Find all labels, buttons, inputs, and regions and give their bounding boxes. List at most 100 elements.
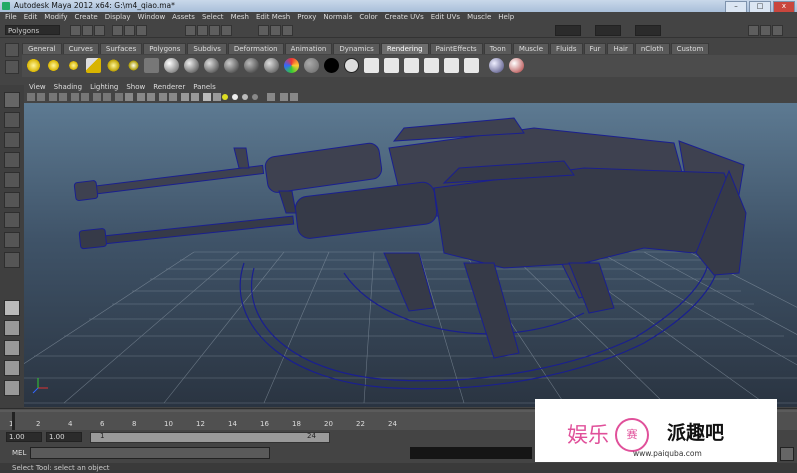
viewport-menu-show[interactable]: Show — [126, 83, 145, 92]
lasso-tool-icon[interactable] — [4, 112, 20, 128]
soft-mod-tool-icon[interactable] — [4, 232, 20, 248]
layered-shader-icon[interactable] — [264, 58, 279, 73]
z-field[interactable] — [635, 25, 661, 36]
menu-mesh[interactable]: Mesh — [231, 12, 249, 23]
viewport-menu-lighting[interactable]: Lighting — [90, 83, 118, 92]
menu-muscle[interactable]: Muscle — [467, 12, 491, 23]
snap-plane-icon[interactable] — [221, 25, 232, 36]
shelf-tab-polygons[interactable]: Polygons — [143, 43, 187, 54]
shelf-tab-subdivs[interactable]: Subdivs — [187, 43, 227, 54]
blinn-material-icon[interactable] — [164, 58, 179, 73]
shelf-tab-rendering[interactable]: Rendering — [380, 43, 429, 54]
scale-tool-icon[interactable] — [4, 192, 20, 208]
menu-edit[interactable]: Edit — [24, 12, 38, 23]
x-field[interactable] — [555, 25, 581, 36]
spot-light-icon[interactable] — [86, 58, 101, 73]
menu-color[interactable]: Color — [359, 12, 377, 23]
menu-select[interactable]: Select — [202, 12, 224, 23]
ramp-shader-icon[interactable] — [284, 58, 299, 73]
last-tool-icon[interactable] — [4, 252, 20, 268]
menu-create[interactable]: Create — [74, 12, 97, 23]
range-slider[interactable] — [90, 432, 330, 443]
start-time-field[interactable]: 1.00 — [6, 432, 42, 442]
move-tool-icon[interactable] — [4, 152, 20, 168]
shelf-tab-fur[interactable]: Fur — [583, 43, 607, 54]
playback-start-field[interactable]: 1.00 — [46, 432, 82, 442]
use-background-icon[interactable] — [324, 58, 339, 73]
menu-proxy[interactable]: Proxy — [297, 12, 316, 23]
persp-outliner-layout-icon[interactable] — [4, 340, 20, 356]
perspective-viewport[interactable] — [24, 103, 797, 407]
shelf-tab-surfaces[interactable]: Surfaces — [99, 43, 143, 54]
point-light-icon[interactable] — [66, 58, 81, 73]
menu-create-uvs[interactable]: Create UVs — [385, 12, 424, 23]
shelf-tab-toon[interactable]: Toon — [483, 43, 512, 54]
menu-modify[interactable]: Modify — [44, 12, 67, 23]
viewport-menu-shading[interactable]: Shading — [54, 83, 82, 92]
ambient-light-icon[interactable] — [26, 58, 41, 73]
viewport-menu-renderer[interactable]: Renderer — [153, 83, 185, 92]
anisotropic-material-icon[interactable] — [244, 58, 259, 73]
paint-select-tool-icon[interactable] — [4, 132, 20, 148]
lambert-material-icon[interactable] — [184, 58, 199, 73]
snap-curve-icon[interactable] — [197, 25, 208, 36]
render-frame-icon[interactable] — [258, 25, 269, 36]
channel-box-toggle-icon[interactable] — [748, 25, 759, 36]
shelf-options-icon[interactable] — [5, 60, 19, 74]
current-time-marker[interactable] — [12, 412, 15, 430]
tool-settings-toggle-icon[interactable] — [772, 25, 783, 36]
select-object-icon[interactable] — [124, 25, 135, 36]
snap-grid-icon[interactable] — [185, 25, 196, 36]
shelf-tab-general[interactable]: General — [22, 43, 62, 54]
save-scene-icon[interactable] — [94, 25, 105, 36]
persp-graph-layout-icon[interactable] — [4, 360, 20, 376]
menu-help[interactable]: Help — [498, 12, 514, 23]
select-hierarchy-icon[interactable] — [112, 25, 123, 36]
open-scene-icon[interactable] — [82, 25, 93, 36]
script-editor-icon[interactable] — [780, 447, 794, 461]
shelf-tab-fluids[interactable]: Fluids — [550, 43, 583, 54]
menu-window[interactable]: Window — [138, 12, 166, 23]
single-perspective-layout-icon[interactable] — [4, 300, 20, 316]
viewport-menu-panels[interactable]: Panels — [193, 83, 216, 92]
render-view-icon[interactable] — [364, 58, 379, 73]
render-settings-shelf-icon[interactable] — [424, 58, 439, 73]
shelf-tab-curves[interactable]: Curves — [62, 43, 99, 54]
ipr-render-icon[interactable] — [270, 25, 281, 36]
shading-map-icon[interactable] — [344, 58, 359, 73]
shelf-tab-painteffects[interactable]: PaintEffects — [429, 43, 483, 54]
camera-icon[interactable] — [144, 58, 159, 73]
viewport-menu-view[interactable]: View — [29, 83, 46, 92]
phong-e-material-icon[interactable] — [224, 58, 239, 73]
menu-file[interactable]: File — [5, 12, 17, 23]
viewport-toolbar-icons[interactable] — [24, 92, 797, 103]
menu-normals[interactable]: Normals — [323, 12, 352, 23]
shelf-tab-deformation[interactable]: Deformation — [227, 43, 284, 54]
shelf-menu-icon[interactable] — [5, 43, 19, 57]
mel-command-input[interactable] — [30, 447, 270, 459]
attribute-editor-toggle-icon[interactable] — [760, 25, 771, 36]
select-tool-icon[interactable] — [4, 92, 20, 108]
new-scene-icon[interactable] — [70, 25, 81, 36]
shelf-tab-animation[interactable]: Animation — [284, 43, 333, 54]
ipr-render-shelf-icon[interactable] — [404, 58, 419, 73]
rotate-tool-icon[interactable] — [4, 172, 20, 188]
phong-material-icon[interactable] — [204, 58, 219, 73]
menu-set-dropdown[interactable]: Polygons — [5, 25, 60, 35]
paint-render-icon[interactable] — [509, 58, 524, 73]
shelf-tab-dynamics[interactable]: Dynamics — [333, 43, 380, 54]
batch-render-icon[interactable] — [464, 58, 479, 73]
volume-light-icon[interactable] — [126, 58, 141, 73]
manipulator-tool-icon[interactable] — [4, 212, 20, 228]
area-light-icon[interactable] — [106, 58, 121, 73]
menu-assets[interactable]: Assets — [172, 12, 195, 23]
menu-edit-mesh[interactable]: Edit Mesh — [256, 12, 290, 23]
render-settings-icon[interactable] — [282, 25, 293, 36]
create-mental-ray-icon[interactable] — [489, 58, 504, 73]
shelf-tab-muscle[interactable]: Muscle — [512, 43, 550, 54]
render-current-frame-icon[interactable] — [384, 58, 399, 73]
menu-edit-uvs[interactable]: Edit UVs — [431, 12, 460, 23]
four-view-layout-icon[interactable] — [4, 320, 20, 336]
surface-shader-icon[interactable] — [304, 58, 319, 73]
directional-light-icon[interactable] — [46, 58, 61, 73]
